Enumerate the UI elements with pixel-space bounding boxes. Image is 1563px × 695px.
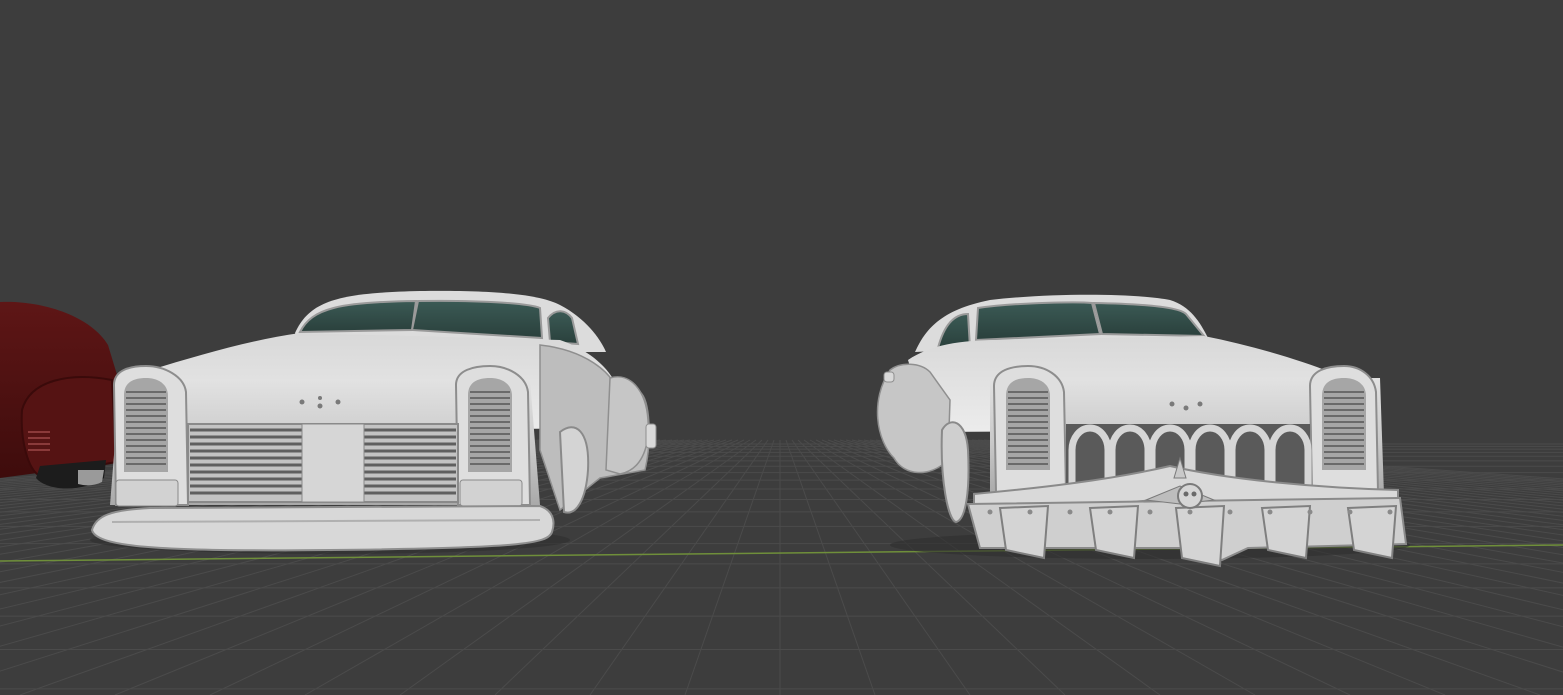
- plow-spike: [1174, 504, 1226, 568]
- grille-center-plate: [301, 423, 365, 503]
- rivet: [1307, 509, 1313, 515]
- rivet: [1267, 509, 1273, 515]
- windshield: [974, 301, 1102, 342]
- tail-light: [883, 371, 895, 383]
- rivet: [987, 509, 993, 515]
- rivet: [1227, 509, 1233, 515]
- 3d-viewport[interactable]: [0, 0, 1563, 695]
- rivet: [1387, 509, 1393, 515]
- bumper-block-right: [459, 479, 523, 507]
- rivet: [1067, 509, 1073, 515]
- plow-spike: [1088, 504, 1140, 560]
- rivet: [1027, 509, 1033, 515]
- front-bumper: [90, 504, 555, 552]
- plow-spike: [998, 504, 1050, 560]
- bumper-block-left: [115, 479, 179, 507]
- rivet: [1187, 509, 1193, 515]
- tail-light: [645, 423, 657, 449]
- rivet: [1107, 509, 1113, 515]
- rivet: [1147, 509, 1153, 515]
- rivet: [1347, 509, 1353, 515]
